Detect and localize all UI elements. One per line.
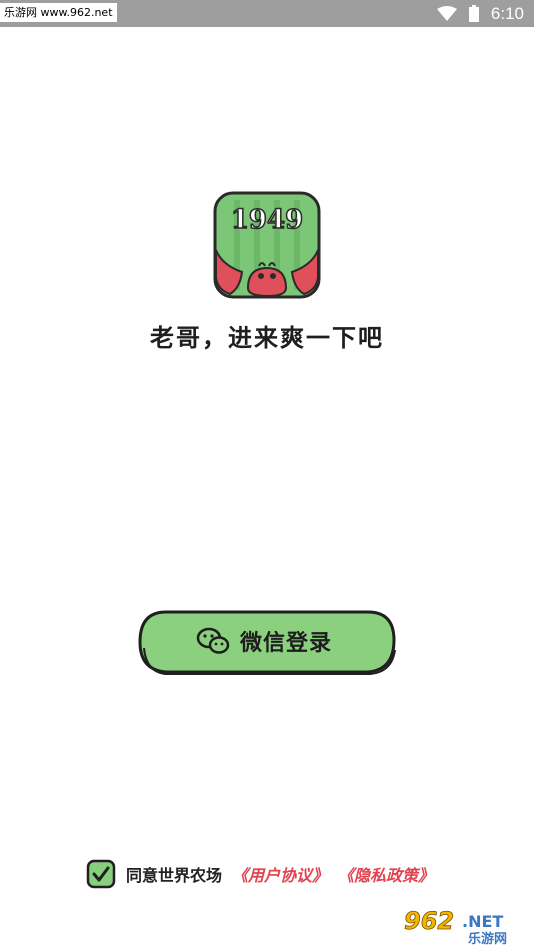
wechat-icon [196, 627, 230, 654]
watermark-number: 962 [404, 907, 454, 935]
wechat-login-button[interactable]: 微信登录 [136, 608, 398, 676]
wechat-login-label: 微信登录 [239, 631, 332, 656]
watermark-text: 乐游网 www.962.net [0, 3, 117, 22]
status-icons: 6:10 [436, 0, 524, 27]
agree-checkbox[interactable] [86, 859, 116, 889]
slogan-text: 老哥，进来爽一下吧 [150, 324, 384, 352]
status-bar: 乐游网 www.962.net 6:10 [0, 0, 534, 27]
logo-text: 1949 [231, 205, 303, 235]
watermark-name: 乐游网 [468, 931, 507, 945]
privacy-policy-link[interactable]: 《隐私政策》 [338, 862, 434, 886]
watermark-logo: 962 .NET 乐游网 [400, 903, 528, 945]
app-logo: 1949 [213, 191, 321, 299]
agree-text: 同意世界农场 [126, 866, 223, 885]
agreement-links: 《用户协议》 《隐私政策》 [232, 862, 434, 886]
user-agreement-link[interactable]: 《用户协议》 [232, 862, 328, 886]
agreement-row: 同意世界农场 《用户协议》 《隐私政策》 [86, 858, 434, 890]
battery-icon [468, 5, 479, 22]
clock: 6:10 [490, 3, 524, 23]
watermark-suffix: .NET [462, 912, 503, 931]
wechat-button-content: 微信登录 [136, 614, 392, 668]
wifi-icon [436, 5, 457, 21]
